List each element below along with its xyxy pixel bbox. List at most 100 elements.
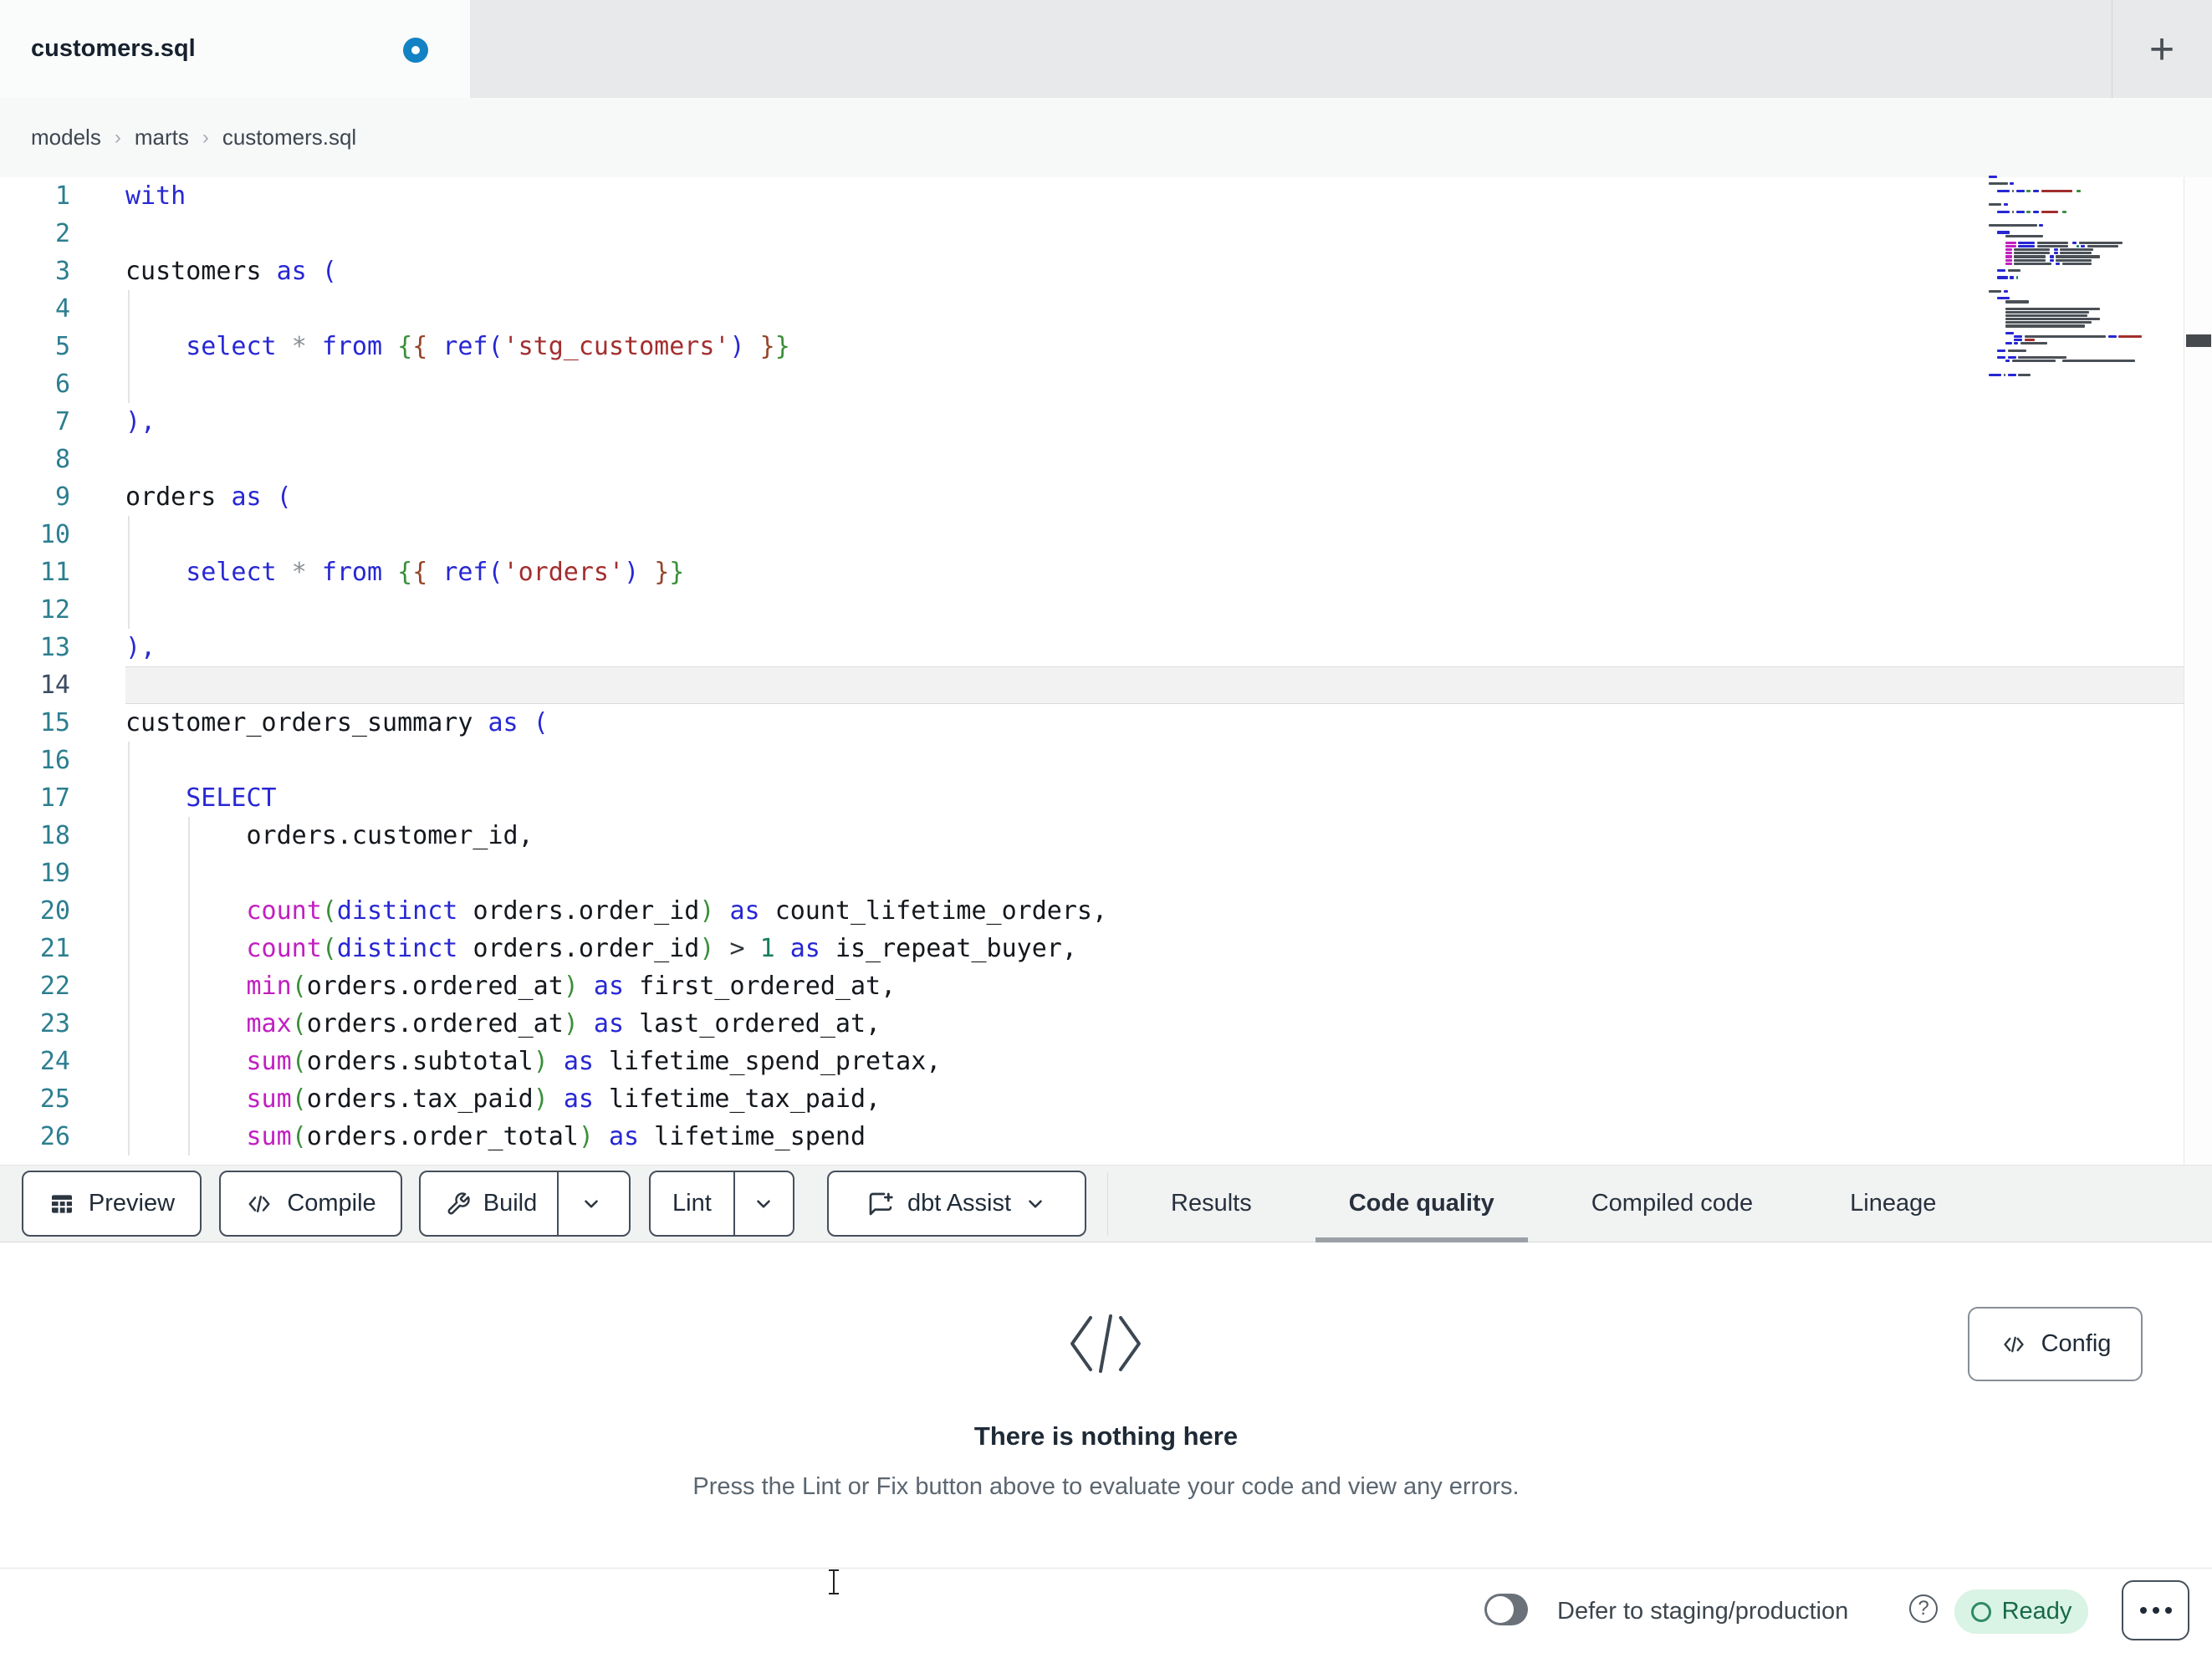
empty-state-title: There is nothing here bbox=[973, 1421, 1239, 1451]
breadcrumb: models › marts › customers.sql bbox=[31, 98, 356, 177]
chevron-down-icon bbox=[585, 1199, 599, 1208]
lint-button[interactable]: Lint bbox=[651, 1190, 733, 1217]
line-number: 21 bbox=[39, 934, 70, 963]
code-line: 23 max(orders.ordered_at) as last_ordere… bbox=[0, 1005, 2184, 1043]
preview-button-label: Preview bbox=[88, 1190, 176, 1217]
tab-results[interactable]: Results bbox=[1137, 1166, 1285, 1242]
code-line: 18 orders.customer_id, bbox=[0, 817, 2184, 855]
editor-scrollbar[interactable] bbox=[2184, 177, 2212, 1165]
file-tab-customers-sql[interactable]: customers.sql bbox=[0, 0, 470, 98]
build-button-group: Build bbox=[419, 1171, 631, 1237]
config-button-label: Config bbox=[2041, 1330, 2112, 1357]
dbt-assist-button[interactable]: dbt Assist bbox=[827, 1171, 1086, 1237]
line-number: 13 bbox=[39, 633, 70, 662]
code-line: 9 orders as ( bbox=[0, 478, 2184, 516]
code-line: 14 bbox=[0, 666, 2184, 704]
line-number: 11 bbox=[39, 558, 70, 587]
chevron-down-icon bbox=[1029, 1199, 1042, 1208]
code-line: 16 bbox=[0, 742, 2184, 779]
wrench-icon bbox=[447, 1191, 470, 1214]
tab-compiled-code[interactable]: Compiled code bbox=[1558, 1166, 1786, 1242]
chevron-right-icon: › bbox=[114, 125, 121, 149]
code-line: 3 customers as ( bbox=[0, 253, 2184, 290]
line-number: 8 bbox=[54, 445, 70, 474]
code-line: 6 bbox=[0, 365, 2184, 403]
defer-toggle[interactable] bbox=[1484, 1594, 1528, 1625]
code-slash-icon bbox=[1065, 1311, 1146, 1380]
plus-icon: + bbox=[2148, 25, 2175, 74]
code-line: 22 min(orders.ordered_at) as first_order… bbox=[0, 967, 2184, 1005]
line-number: 3 bbox=[54, 257, 70, 286]
scrollbar-thumb[interactable] bbox=[2186, 334, 2211, 347]
line-number: 18 bbox=[39, 821, 70, 850]
status-circle-icon bbox=[1970, 1601, 1991, 1622]
line-number: 4 bbox=[54, 294, 70, 324]
line-number: 6 bbox=[54, 370, 70, 399]
ellipsis-icon bbox=[2139, 1607, 2147, 1614]
defer-label: Defer to staging/production bbox=[1557, 1598, 1849, 1625]
line-number: 16 bbox=[39, 746, 70, 775]
build-button-label: Build bbox=[483, 1190, 538, 1217]
more-options-button[interactable] bbox=[2122, 1580, 2189, 1640]
code-quality-panel bbox=[0, 1242, 2212, 1568]
unsaved-changes-icon bbox=[403, 38, 428, 63]
compile-button-label: Compile bbox=[287, 1190, 376, 1217]
code-line: 5 select * from {{ ref('stg_customers') … bbox=[0, 328, 2184, 365]
code-line: 19 bbox=[0, 855, 2184, 892]
code-editor[interactable]: 1 with 2 3 customers as ( 4 5 select * from {{… bbox=[0, 177, 2212, 1165]
preview-button[interactable]: Preview bbox=[22, 1171, 202, 1237]
action-toolbar: Preview Compile Build Lint dbt Assist Re… bbox=[0, 1165, 2212, 1242]
build-button[interactable]: Build bbox=[426, 1190, 558, 1217]
status-bar bbox=[0, 1568, 2212, 1653]
code-line: 24 sum(orders.subtotal) as lifetime_spen… bbox=[0, 1043, 2184, 1080]
breadcrumb-marts[interactable]: marts bbox=[135, 125, 189, 151]
toolbar-divider bbox=[1107, 1172, 1108, 1236]
code-line: 25 sum(orders.tax_paid) as lifetime_tax_… bbox=[0, 1080, 2184, 1118]
result-tabs: Results Code quality Compiled code Linea… bbox=[1137, 1166, 1969, 1242]
build-dropdown-button[interactable] bbox=[559, 1193, 624, 1215]
line-number: 25 bbox=[39, 1084, 70, 1114]
assist-chat-icon bbox=[869, 1192, 893, 1215]
line-number: 17 bbox=[39, 783, 70, 813]
line-number: 1 bbox=[54, 181, 70, 211]
new-tab-button[interactable]: + bbox=[2128, 17, 2195, 82]
code-line: 7), bbox=[0, 403, 2184, 441]
empty-state-subtitle: Press the Lint or Fix button above to ev… bbox=[692, 1473, 1520, 1500]
tab-bar: customers.sql + bbox=[0, 0, 2212, 99]
code-line: 1 with bbox=[0, 177, 2184, 215]
code-line: 17 SELECT bbox=[0, 779, 2184, 817]
lint-button-group: Lint bbox=[649, 1171, 794, 1237]
minimap[interactable] bbox=[1989, 176, 2183, 378]
ide-window: customers.sql + models › marts › custome… bbox=[0, 0, 2212, 1653]
tab-code-quality[interactable]: Code quality bbox=[1315, 1166, 1528, 1242]
code-line: 8 bbox=[0, 441, 2184, 478]
line-number: 22 bbox=[39, 972, 70, 1001]
file-tab-title: customers.sql bbox=[31, 35, 196, 62]
compile-button[interactable]: Compile bbox=[219, 1171, 402, 1237]
help-icon[interactable]: ? bbox=[1909, 1594, 1938, 1623]
text-cursor bbox=[827, 1569, 840, 1594]
line-number: 10 bbox=[39, 520, 70, 549]
ready-status-label: Ready bbox=[2001, 1598, 2072, 1625]
line-number: 24 bbox=[39, 1047, 70, 1076]
ready-status-badge: Ready bbox=[1954, 1589, 2088, 1634]
config-button[interactable]: Config bbox=[1968, 1307, 2143, 1381]
code-line: 26 sum(orders.order_total) as lifetime_s… bbox=[0, 1118, 2184, 1156]
code-line: 20 count(distinct orders.order_id) as co… bbox=[0, 892, 2184, 930]
line-number: 23 bbox=[39, 1009, 70, 1038]
line-number: 7 bbox=[54, 407, 70, 436]
code-line: 21 count(distinct orders.order_id) > 1 a… bbox=[0, 930, 2184, 967]
breadcrumb-row: models › marts › customers.sql Save bbox=[0, 98, 2212, 268]
line-number: 14 bbox=[39, 671, 70, 700]
breadcrumb-models[interactable]: models bbox=[31, 125, 101, 151]
code-icon bbox=[248, 1195, 270, 1212]
lint-dropdown-button[interactable] bbox=[735, 1193, 793, 1215]
dbt-assist-label: dbt Assist bbox=[907, 1190, 1012, 1217]
tab-lineage[interactable]: Lineage bbox=[1816, 1166, 1969, 1242]
line-number: 19 bbox=[39, 859, 70, 888]
line-number: 15 bbox=[39, 708, 70, 737]
line-number: 2 bbox=[54, 219, 70, 248]
chevron-right-icon: › bbox=[202, 125, 209, 149]
code-line: 12 bbox=[0, 591, 2184, 629]
code-line: 15 customer_orders_summary as ( bbox=[0, 704, 2184, 742]
